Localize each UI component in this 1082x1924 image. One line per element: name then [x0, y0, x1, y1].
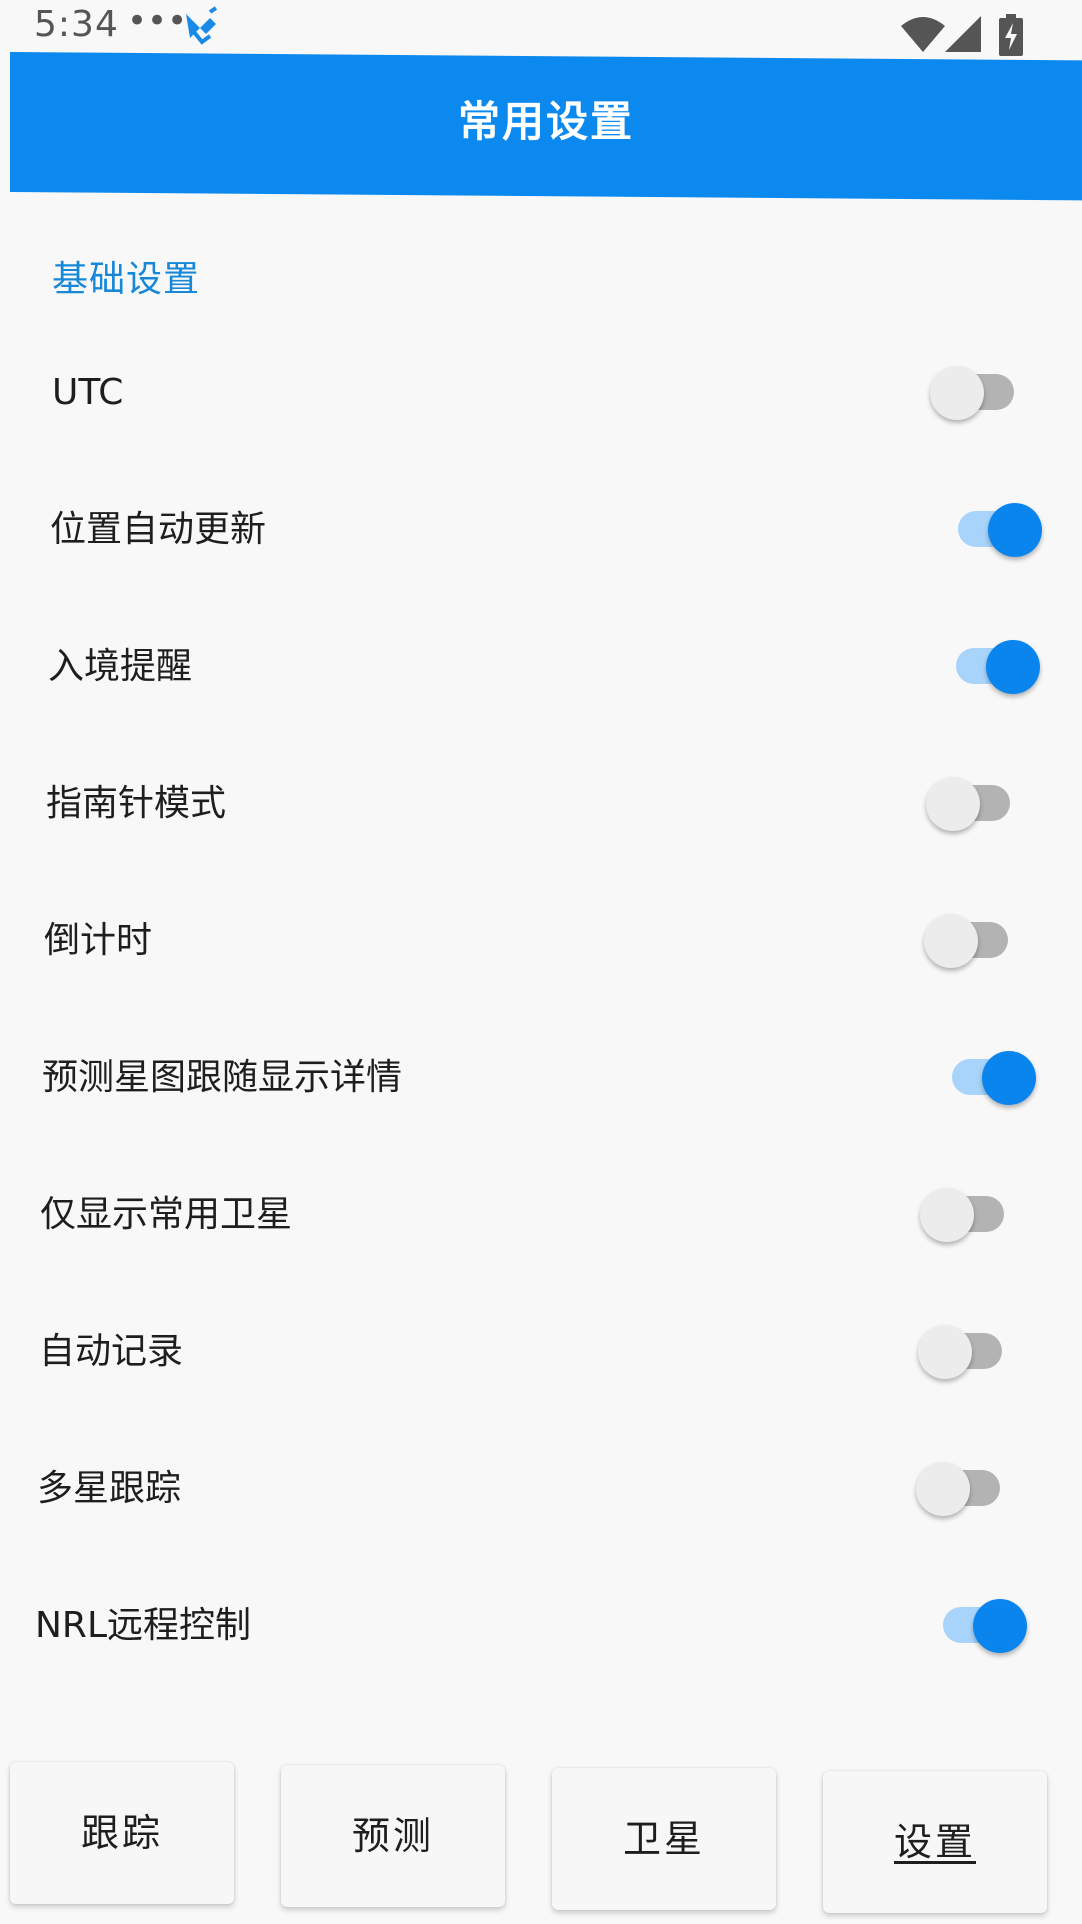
toggle-knob [973, 1599, 1027, 1653]
setting-label: NRL远程控制 [35, 1605, 252, 1646]
tab-label: 卫星 [622, 1817, 705, 1861]
setting-row-compass-mode: 指南针模式 [46, 764, 1026, 844]
tab-label: 跟踪 [80, 1811, 163, 1855]
setting-label: 预测星图跟随显示详情 [42, 1057, 403, 1098]
setting-label: 多星跟踪 [37, 1468, 182, 1509]
entry-reminder-toggle[interactable] [944, 627, 1040, 707]
toggle-knob [924, 914, 978, 968]
nrl-remote-control-toggle[interactable] [931, 1586, 1027, 1666]
toggle-knob [988, 503, 1042, 557]
setting-row-countdown: 倒计时 [44, 901, 1024, 981]
toggle-knob [916, 1462, 970, 1516]
setting-row-entry-reminder: 入境提醒 [48, 627, 1040, 707]
compass-mode-toggle[interactable] [926, 764, 1022, 844]
setting-row-auto-record: 自动记录 [39, 1312, 1019, 1392]
toggle-knob [926, 777, 980, 831]
toggle-knob [986, 640, 1040, 694]
setting-row-multi-satellite-tracking: 多星跟踪 [37, 1449, 1017, 1529]
setting-label: 倒计时 [44, 920, 153, 961]
wifi-icon [901, 17, 945, 52]
setting-label: 位置自动更新 [50, 509, 267, 550]
section-title: 基础设置 [52, 259, 201, 300]
setting-label: 指南针模式 [46, 783, 227, 824]
tab-label: 设置 [893, 1820, 976, 1864]
toggle-knob [920, 1188, 974, 1242]
setting-row-utc: UTC [52, 353, 1026, 433]
prediction-starmap-details-toggle[interactable] [940, 1038, 1036, 1118]
tab-tracking[interactable]: 跟踪 [10, 1762, 234, 1904]
tab-label: 预测 [351, 1814, 434, 1858]
signal-icon [945, 16, 981, 52]
utc-toggle[interactable] [930, 353, 1026, 433]
common-satellites-only-toggle[interactable] [920, 1175, 1016, 1255]
satellite-icon [186, 6, 218, 45]
countdown-toggle[interactable] [924, 901, 1020, 981]
setting-row-common-satellites-only: 仅显示常用卫星 [40, 1175, 1020, 1255]
setting-label: UTC [52, 372, 124, 413]
setting-label: 仅显示常用卫星 [40, 1194, 293, 1235]
toggle-knob [918, 1325, 972, 1379]
page-title: 常用设置 [457, 97, 634, 146]
status-time: 5:34 [34, 4, 119, 45]
setting-row-location-auto-update: 位置自动更新 [50, 490, 1042, 570]
tab-satellites[interactable]: 卫星 [552, 1768, 776, 1910]
auto-record-toggle[interactable] [918, 1312, 1014, 1392]
more-dots-icon: ••• [127, 1, 188, 41]
location-auto-update-toggle[interactable] [946, 490, 1042, 570]
setting-row-prediction-starmap-details: 预测星图跟随显示详情 [42, 1038, 1036, 1118]
toggle-knob [982, 1051, 1036, 1105]
tab-prediction[interactable]: 预测 [281, 1765, 505, 1907]
multi-satellite-tracking-toggle[interactable] [916, 1449, 1012, 1529]
setting-label: 入境提醒 [48, 646, 193, 687]
toggle-knob [930, 366, 984, 420]
tab-settings[interactable]: 设置 [823, 1771, 1047, 1913]
setting-label: 自动记录 [39, 1331, 184, 1372]
battery-charging-icon [999, 14, 1023, 56]
setting-row-nrl-remote-control: NRL远程控制 [35, 1586, 1027, 1666]
status-bar: 5:34 ••• [0, 0, 1082, 56]
